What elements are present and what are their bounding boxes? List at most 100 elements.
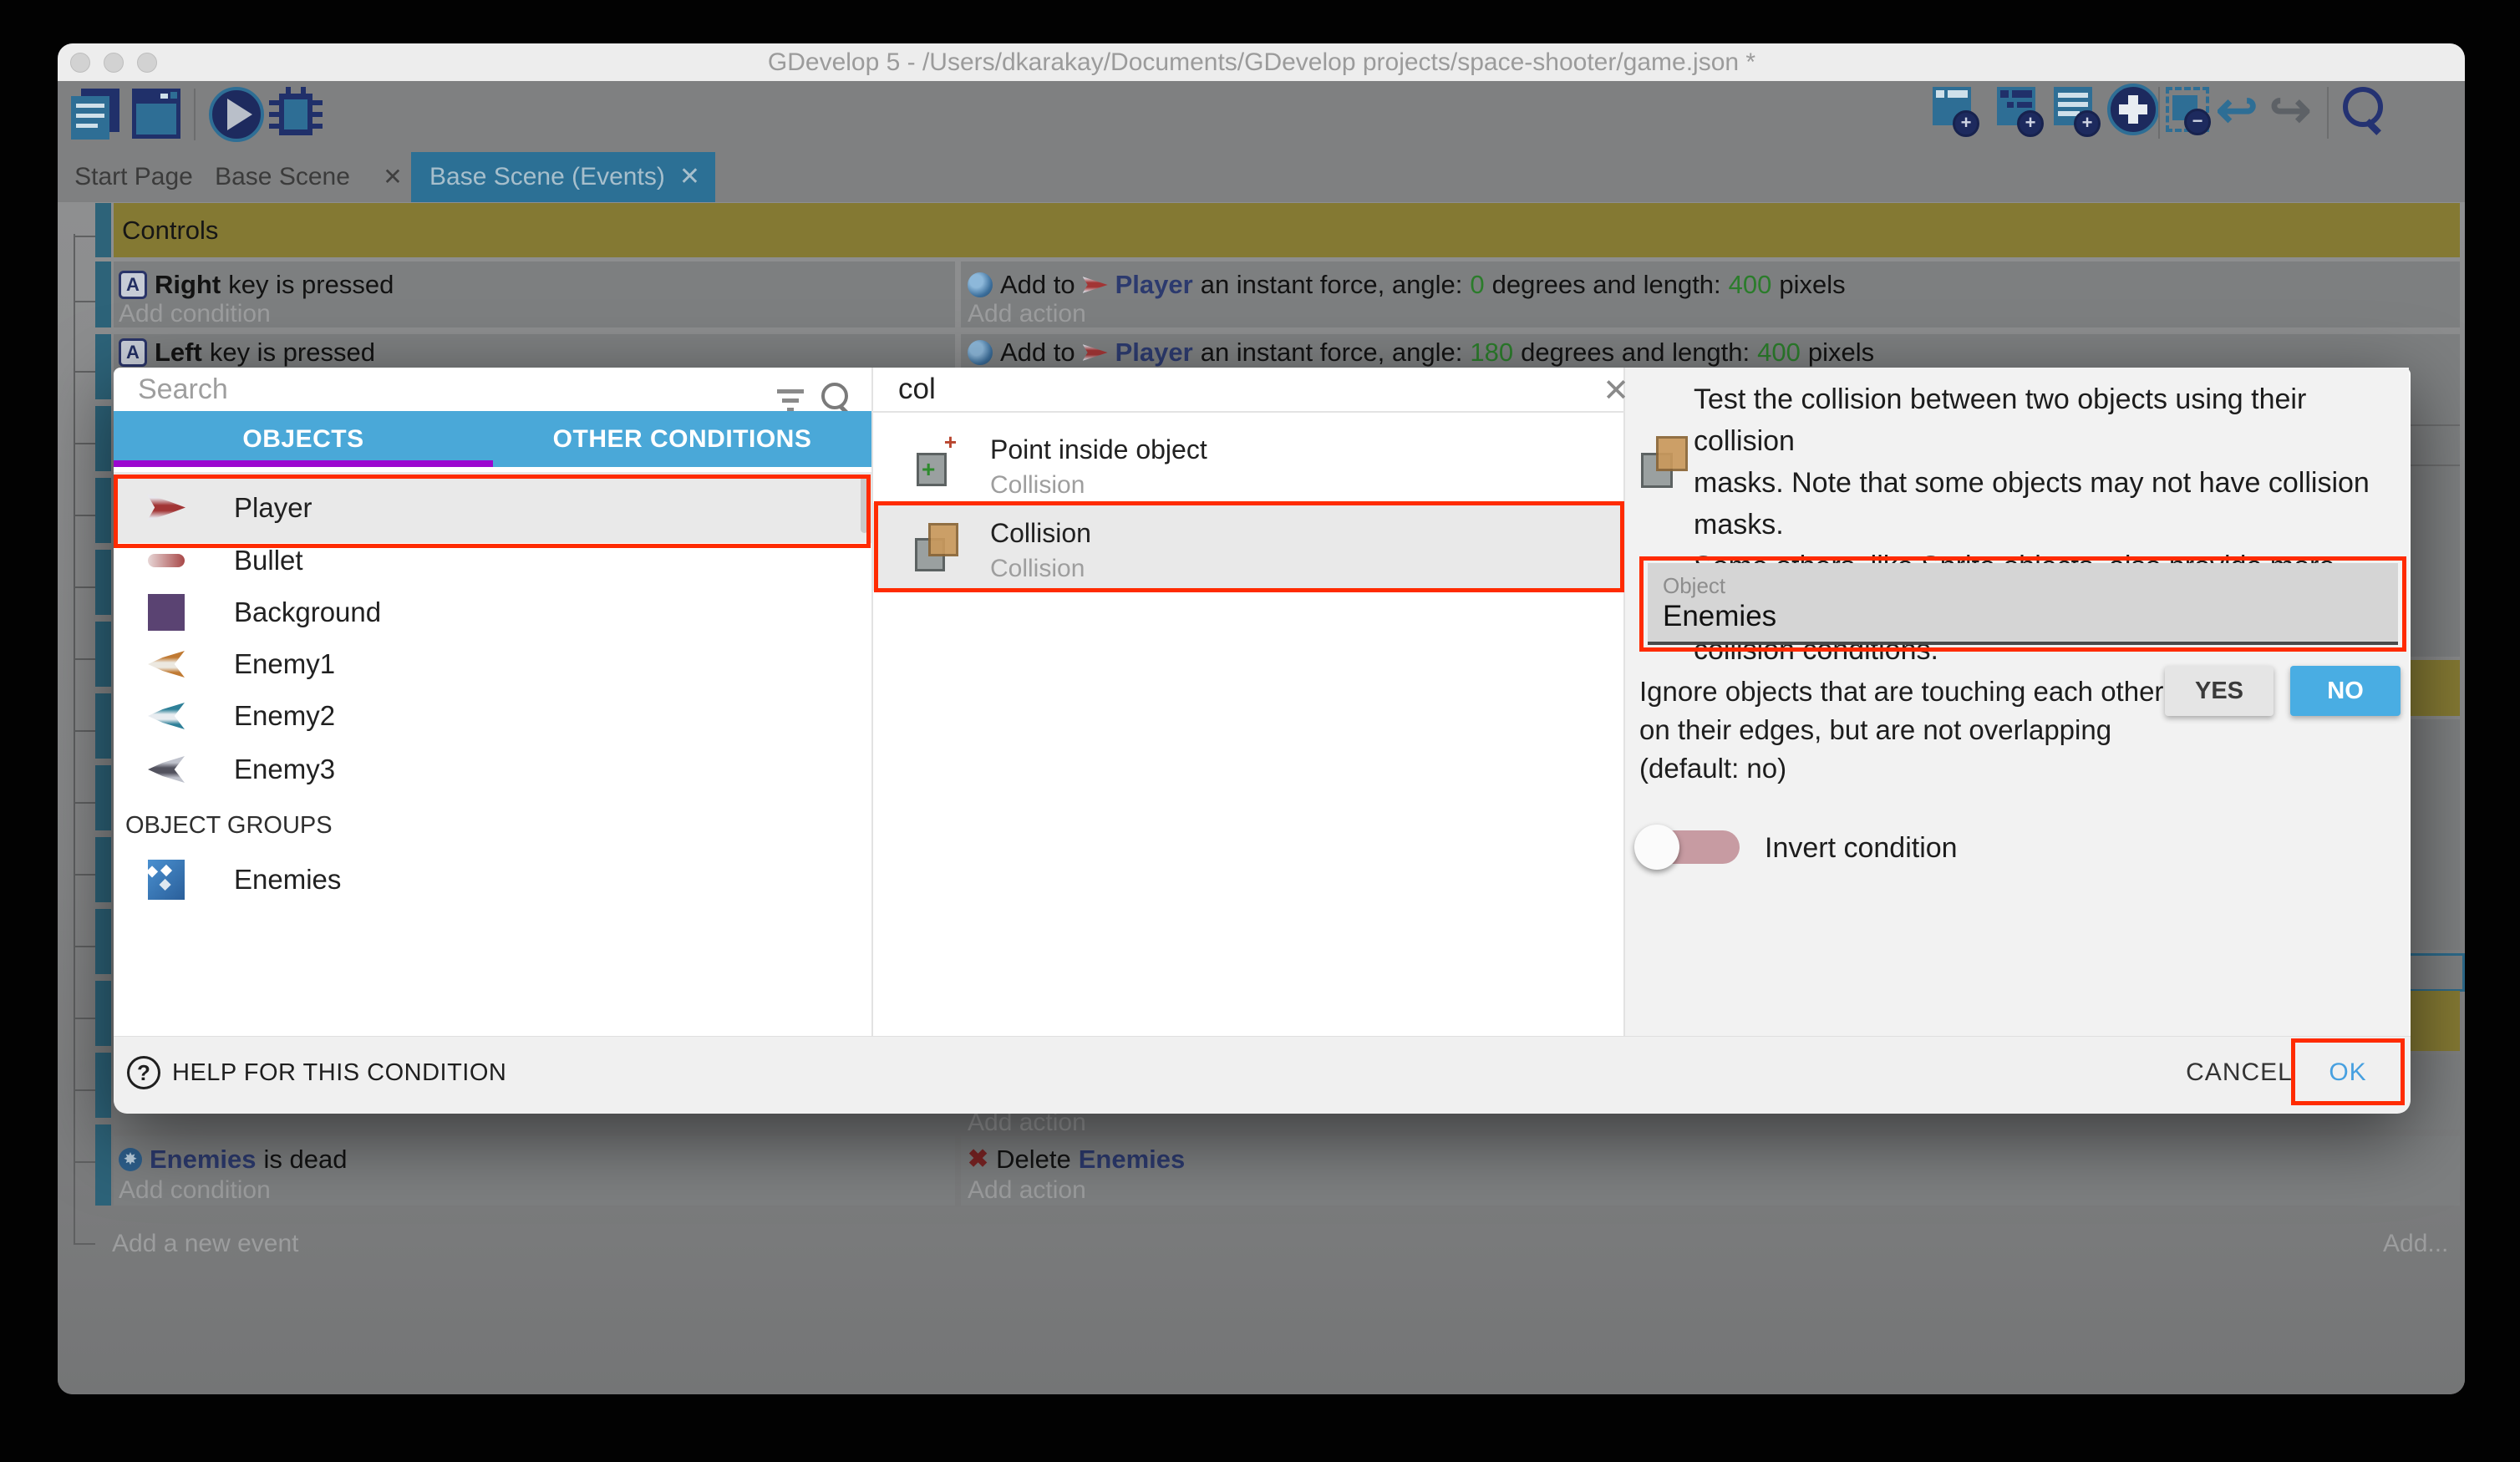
toolbar-separator	[2327, 87, 2329, 139]
event-drag-strip[interactable]	[95, 1124, 111, 1206]
text-segment: degrees and length:	[1492, 270, 1721, 300]
scene-editor-icon[interactable]	[132, 89, 182, 140]
text-segment: pixels	[1779, 270, 1845, 300]
delete-event-icon[interactable]: −	[2166, 87, 2213, 139]
bullet-sprite-icon	[147, 554, 185, 567]
event-tree-line	[74, 234, 75, 1245]
event-tree-tick	[74, 1243, 95, 1245]
condition-text: Left key is pressed	[119, 336, 375, 369]
condition-cell[interactable]: Enemies is dead Add condition	[114, 1136, 955, 1206]
event-drag-strip[interactable]	[95, 837, 111, 902]
object-label: Enemy3	[234, 754, 335, 785]
tab-start-page[interactable]: Start Page	[67, 152, 201, 202]
event-drag-strip[interactable]	[95, 550, 111, 615]
event-tree-tick	[74, 1089, 95, 1091]
tab-base-scene-events[interactable]: Base Scene (Events) ✕	[411, 152, 715, 202]
app-window: GDevelop 5 - /Users/dkarakay/Documents/G…	[58, 43, 2465, 1394]
add-action-link[interactable]: Add action	[968, 300, 1086, 328]
text-segment: an instant force, angle:	[1201, 338, 1463, 368]
object-item-background[interactable]: Background	[114, 586, 871, 638]
event-tree-tick	[74, 443, 95, 444]
object-item-enemies-group[interactable]: Enemies	[114, 854, 871, 906]
condition-cell[interactable]: Right key is pressed Add condition	[114, 261, 955, 327]
minimize-window-button[interactable]	[104, 53, 124, 73]
object-label: Enemies	[234, 864, 341, 896]
close-window-button[interactable]	[70, 53, 90, 73]
tab-base-scene-close-icon[interactable]: ✕	[376, 152, 409, 202]
text-segment: degrees and length:	[1521, 338, 1750, 368]
invert-toggle-thumb[interactable]	[1634, 825, 1679, 870]
action-text: Delete Enemies	[968, 1143, 1185, 1176]
no-button[interactable]: NO	[2290, 666, 2401, 716]
text-segment: 0	[1470, 270, 1484, 300]
group-label: Controls	[122, 203, 218, 257]
event-drag-strip[interactable]	[95, 981, 111, 1046]
object-label: Enemy1	[234, 648, 335, 680]
tab-label: Start Page	[74, 163, 193, 190]
add-condition-link[interactable]: Add condition	[119, 300, 271, 328]
add-subevent-icon[interactable]: +	[1997, 87, 2044, 139]
event-drag-strip[interactable]	[95, 1053, 111, 1118]
add-event-icon[interactable]: +	[1933, 87, 1979, 139]
tab-base-scene-events-close-icon[interactable]: ✕	[679, 152, 700, 202]
project-manager-icon[interactable]	[71, 89, 123, 140]
event-drag-strip[interactable]	[95, 261, 111, 327]
result-subtitle: Collision	[990, 471, 1085, 500]
undo-icon[interactable]: ↩	[2216, 84, 2269, 137]
enemy1-ship-icon	[147, 647, 185, 681]
condition-search-input[interactable]: col	[898, 368, 1400, 411]
delete-x-icon	[968, 1147, 988, 1172]
play-preview-icon[interactable]	[209, 87, 262, 140]
action-cell[interactable]: Add to Player an instant force, angle: 0…	[961, 261, 2460, 327]
enemy2-ship-icon	[147, 699, 185, 733]
help-for-condition-button[interactable]: ? HELP FOR THIS CONDITION	[127, 1056, 712, 1089]
debug-icon[interactable]	[269, 87, 324, 142]
cancel-button[interactable]: CANCEL	[2172, 1056, 2306, 1089]
event-drag-strip[interactable]	[95, 334, 111, 399]
tab-other-conditions[interactable]: OTHER CONDITIONS	[493, 411, 871, 467]
tab-objects[interactable]: OBJECTS	[114, 411, 493, 467]
event-drag-strip[interactable]	[95, 203, 111, 257]
object-item-enemy2[interactable]: Enemy2	[114, 690, 871, 742]
search-events-icon[interactable]	[2340, 87, 2390, 139]
add-condition-link[interactable]: Add condition	[119, 1176, 271, 1205]
add-more-link[interactable]: Add...	[2383, 1230, 2448, 1258]
text-segment: pixels	[1808, 338, 1874, 368]
event-drag-strip[interactable]	[95, 765, 111, 830]
text-segment: 400	[1757, 338, 1801, 368]
yes-button[interactable]: YES	[2165, 666, 2274, 716]
action-text: Add to Player an instant force, angle: 1…	[968, 336, 1874, 369]
condition-text: Right key is pressed	[119, 268, 394, 302]
dead-icon	[119, 1148, 142, 1171]
event-tree-tick	[74, 1018, 95, 1019]
choose-add-event-icon[interactable]	[2107, 84, 2154, 135]
point-inside-object-icon: + +	[915, 434, 962, 488]
text-segment: Add to	[1000, 270, 1075, 300]
event-drag-strip[interactable]	[95, 909, 111, 974]
event-tree-tick	[74, 946, 95, 947]
tab-base-scene[interactable]: Base Scene	[207, 152, 358, 202]
event-drag-strip[interactable]	[95, 693, 111, 759]
redo-icon[interactable]: ↪	[2269, 84, 2323, 137]
object-item-enemy3[interactable]: Enemy3	[114, 744, 871, 795]
event-tree-tick	[74, 586, 95, 588]
objects-search-input[interactable]: Search	[138, 368, 639, 411]
event-tree-tick	[74, 1161, 95, 1163]
tab-label: Base Scene (Events)	[429, 152, 665, 202]
event-tree-tick	[74, 802, 95, 804]
event-group-controls[interactable]: Controls	[114, 203, 2460, 257]
key-a-icon	[119, 338, 147, 367]
event-drag-strip[interactable]	[95, 406, 111, 471]
text-segment: Add to	[1000, 338, 1075, 368]
action-cell[interactable]: Delete Enemies Add action	[961, 1136, 2460, 1206]
object-group-icon	[147, 860, 185, 900]
add-action-link[interactable]: Add action	[968, 1176, 1086, 1205]
event-drag-strip[interactable]	[95, 622, 111, 687]
result-point-inside-object[interactable]: + + Point inside object Collision	[873, 419, 1623, 503]
add-comment-icon[interactable]: +	[2054, 87, 2101, 139]
zoom-window-button[interactable]	[137, 53, 157, 73]
add-new-event-link[interactable]: Add a new event	[112, 1230, 299, 1258]
text-segment: Enemies	[150, 1145, 257, 1175]
event-drag-strip[interactable]	[95, 478, 111, 543]
object-item-enemy1[interactable]: Enemy1	[114, 638, 871, 690]
